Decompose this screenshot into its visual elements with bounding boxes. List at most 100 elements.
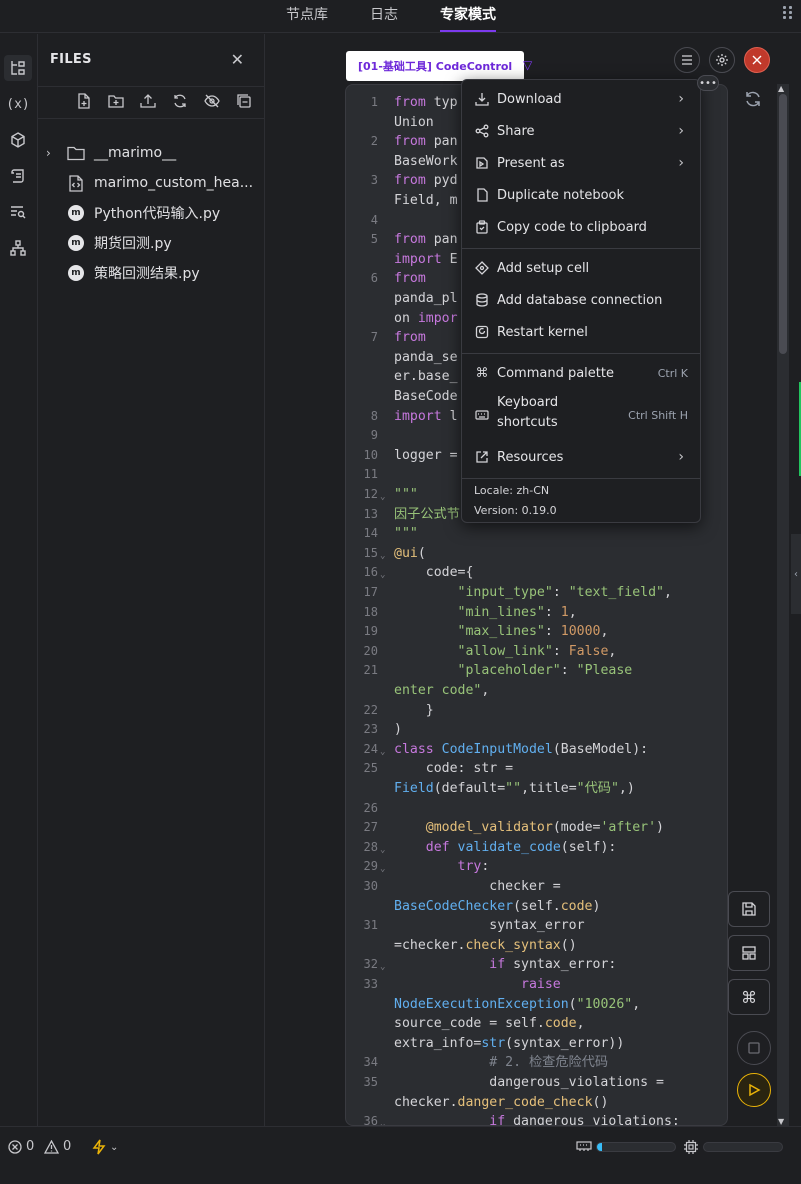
fold-chevron-icon[interactable]: ⌄ (380, 743, 385, 763)
line-number: 2 (370, 134, 378, 149)
line-number: 33 (363, 977, 378, 991)
line-number: 8 (370, 408, 378, 423)
present-icon (474, 155, 490, 171)
tree-item-file[interactable]: m Python代码输入.py (38, 198, 265, 228)
refresh-icon[interactable] (743, 89, 763, 113)
line-number: 31 (363, 918, 378, 933)
menu-item-keyboard-shortcuts[interactable]: Keyboard shortcuts Ctrl Shift H (462, 392, 700, 438)
menu-icon[interactable] (674, 47, 700, 73)
memory-icon (576, 1140, 592, 1152)
status-bar: 0 0 ⌄ (0, 1126, 801, 1184)
notebook-menu: Download › Share › Present as › Duplicat… (461, 79, 701, 523)
menu-item-duplicate[interactable]: Duplicate notebook (462, 179, 700, 211)
fold-chevron-icon[interactable]: ⌄ (380, 547, 385, 567)
fold-chevron-icon[interactable]: ⌄ (380, 1115, 385, 1125)
cell-name-badge[interactable]: [01-基础工具] CodeControl (346, 51, 525, 81)
tab-expert-mode[interactable]: 专家模式 (440, 4, 496, 32)
memory-bar (596, 1142, 676, 1152)
tree-item-file[interactable]: m 期货回测.py (38, 228, 265, 258)
files-title: FILES (50, 52, 92, 67)
line-number: 28 (363, 839, 378, 854)
save-icon[interactable] (728, 891, 770, 927)
chevron-left-icon[interactable]: ‹ (791, 534, 801, 614)
tab-node-library[interactable]: 节点库 (286, 4, 328, 24)
close-icon[interactable] (744, 47, 770, 73)
cpu-icon (683, 1139, 699, 1155)
tab-logs[interactable]: 日志 (370, 4, 398, 24)
menu-item-resources[interactable]: Resources › (462, 441, 700, 473)
line-number: 19 (363, 624, 378, 639)
line-number: 23 (363, 722, 378, 737)
line-number: 14 (363, 526, 378, 541)
layout-icon[interactable] (728, 935, 770, 971)
variables-icon[interactable]: (x) (4, 91, 32, 117)
tree-item-file[interactable]: marimo_custom_hea... (38, 168, 265, 198)
scrollbar-thumb[interactable] (779, 94, 787, 354)
database-icon (474, 292, 490, 308)
file-tree: › __marimo__ marimo_custom_hea... m Pyth… (38, 138, 265, 288)
line-number: 9 (370, 428, 378, 443)
clipboard-icon (474, 219, 490, 235)
run-button[interactable] (737, 1073, 771, 1107)
fold-chevron-icon[interactable]: ⌄ (380, 841, 385, 861)
line-number: 10 (363, 447, 378, 462)
fold-chevron-icon[interactable]: ⌄ (380, 488, 385, 508)
new-folder-icon[interactable] (100, 92, 132, 110)
refresh-icon[interactable] (164, 92, 196, 110)
chevron-right-icon: › (678, 449, 684, 465)
upload-icon[interactable] (132, 92, 164, 110)
line-number: 20 (363, 643, 378, 658)
fold-chevron-icon[interactable]: ⌄ (380, 566, 385, 586)
scroll-up-icon[interactable]: ▲ (778, 84, 784, 93)
menu-item-present-as[interactable]: Present as › (462, 147, 700, 179)
grid-dots-icon[interactable] (783, 6, 795, 20)
shortcut-label: Ctrl Shift H (628, 408, 688, 422)
files-panel: FILES ✕ › __marimo__ marimo_custom_hea..… (38, 34, 265, 1126)
fold-chevron-icon[interactable]: ⌄ (380, 860, 385, 880)
line-number: 15 (363, 545, 378, 560)
search-list-icon[interactable] (4, 199, 32, 225)
files-icon[interactable] (4, 55, 32, 81)
chevron-down-icon[interactable]: ▽ (523, 58, 532, 72)
menu-item-copy-code[interactable]: Copy code to clipboard (462, 211, 700, 243)
tree-item-folder[interactable]: › __marimo__ (38, 138, 265, 168)
line-number: 24 (363, 741, 378, 756)
menu-item-add-database[interactable]: Add database connection (462, 284, 700, 316)
menu-item-download[interactable]: Download › (462, 83, 700, 115)
new-file-icon[interactable] (68, 92, 100, 110)
tree-item-file[interactable]: m 策略回测结果.py (38, 258, 265, 288)
scrollbar[interactable]: ▲ ▼ (777, 84, 789, 1126)
warning-count[interactable]: 0 (44, 1139, 71, 1154)
stop-button[interactable] (737, 1031, 771, 1065)
line-number: 21 (363, 663, 378, 678)
file-name: marimo_custom_hea... (94, 175, 254, 191)
close-icon[interactable]: ✕ (231, 50, 244, 69)
scroll-icon[interactable] (4, 163, 32, 189)
menu-item-command-palette[interactable]: ⌘ Command palette Ctrl K (462, 357, 700, 389)
line-number: 5 (370, 232, 378, 247)
scroll-down-icon[interactable]: ▼ (778, 1117, 784, 1126)
menu-item-share[interactable]: Share › (462, 115, 700, 147)
runtime-mode[interactable]: ⌄ (92, 1139, 118, 1155)
package-icon[interactable] (4, 127, 32, 153)
file-code-icon (66, 173, 86, 193)
network-icon[interactable] (4, 235, 32, 261)
lightning-icon (92, 1139, 106, 1155)
fold-chevron-icon[interactable]: ⌄ (380, 958, 385, 978)
menu-item-add-setup-cell[interactable]: Add setup cell (462, 252, 700, 284)
divider (38, 118, 264, 119)
line-number: 36 (363, 1114, 378, 1126)
version-label: Version: 0.19.0 (474, 504, 557, 517)
menu-item-restart-kernel[interactable]: Restart kernel (462, 316, 700, 348)
command-icon[interactable]: ⌘ (728, 979, 770, 1015)
gear-icon[interactable] (709, 47, 735, 73)
marimo-icon: m (68, 265, 84, 281)
line-number: 22 (363, 702, 378, 717)
file-name: 期货回测.py (94, 236, 172, 252)
external-link-icon (474, 449, 490, 465)
more-icon[interactable]: ••• (697, 75, 719, 91)
files-toolbar (68, 92, 260, 110)
collapse-all-icon[interactable] (228, 92, 260, 110)
error-count[interactable]: 0 (8, 1139, 34, 1154)
eye-off-icon[interactable] (196, 92, 228, 110)
